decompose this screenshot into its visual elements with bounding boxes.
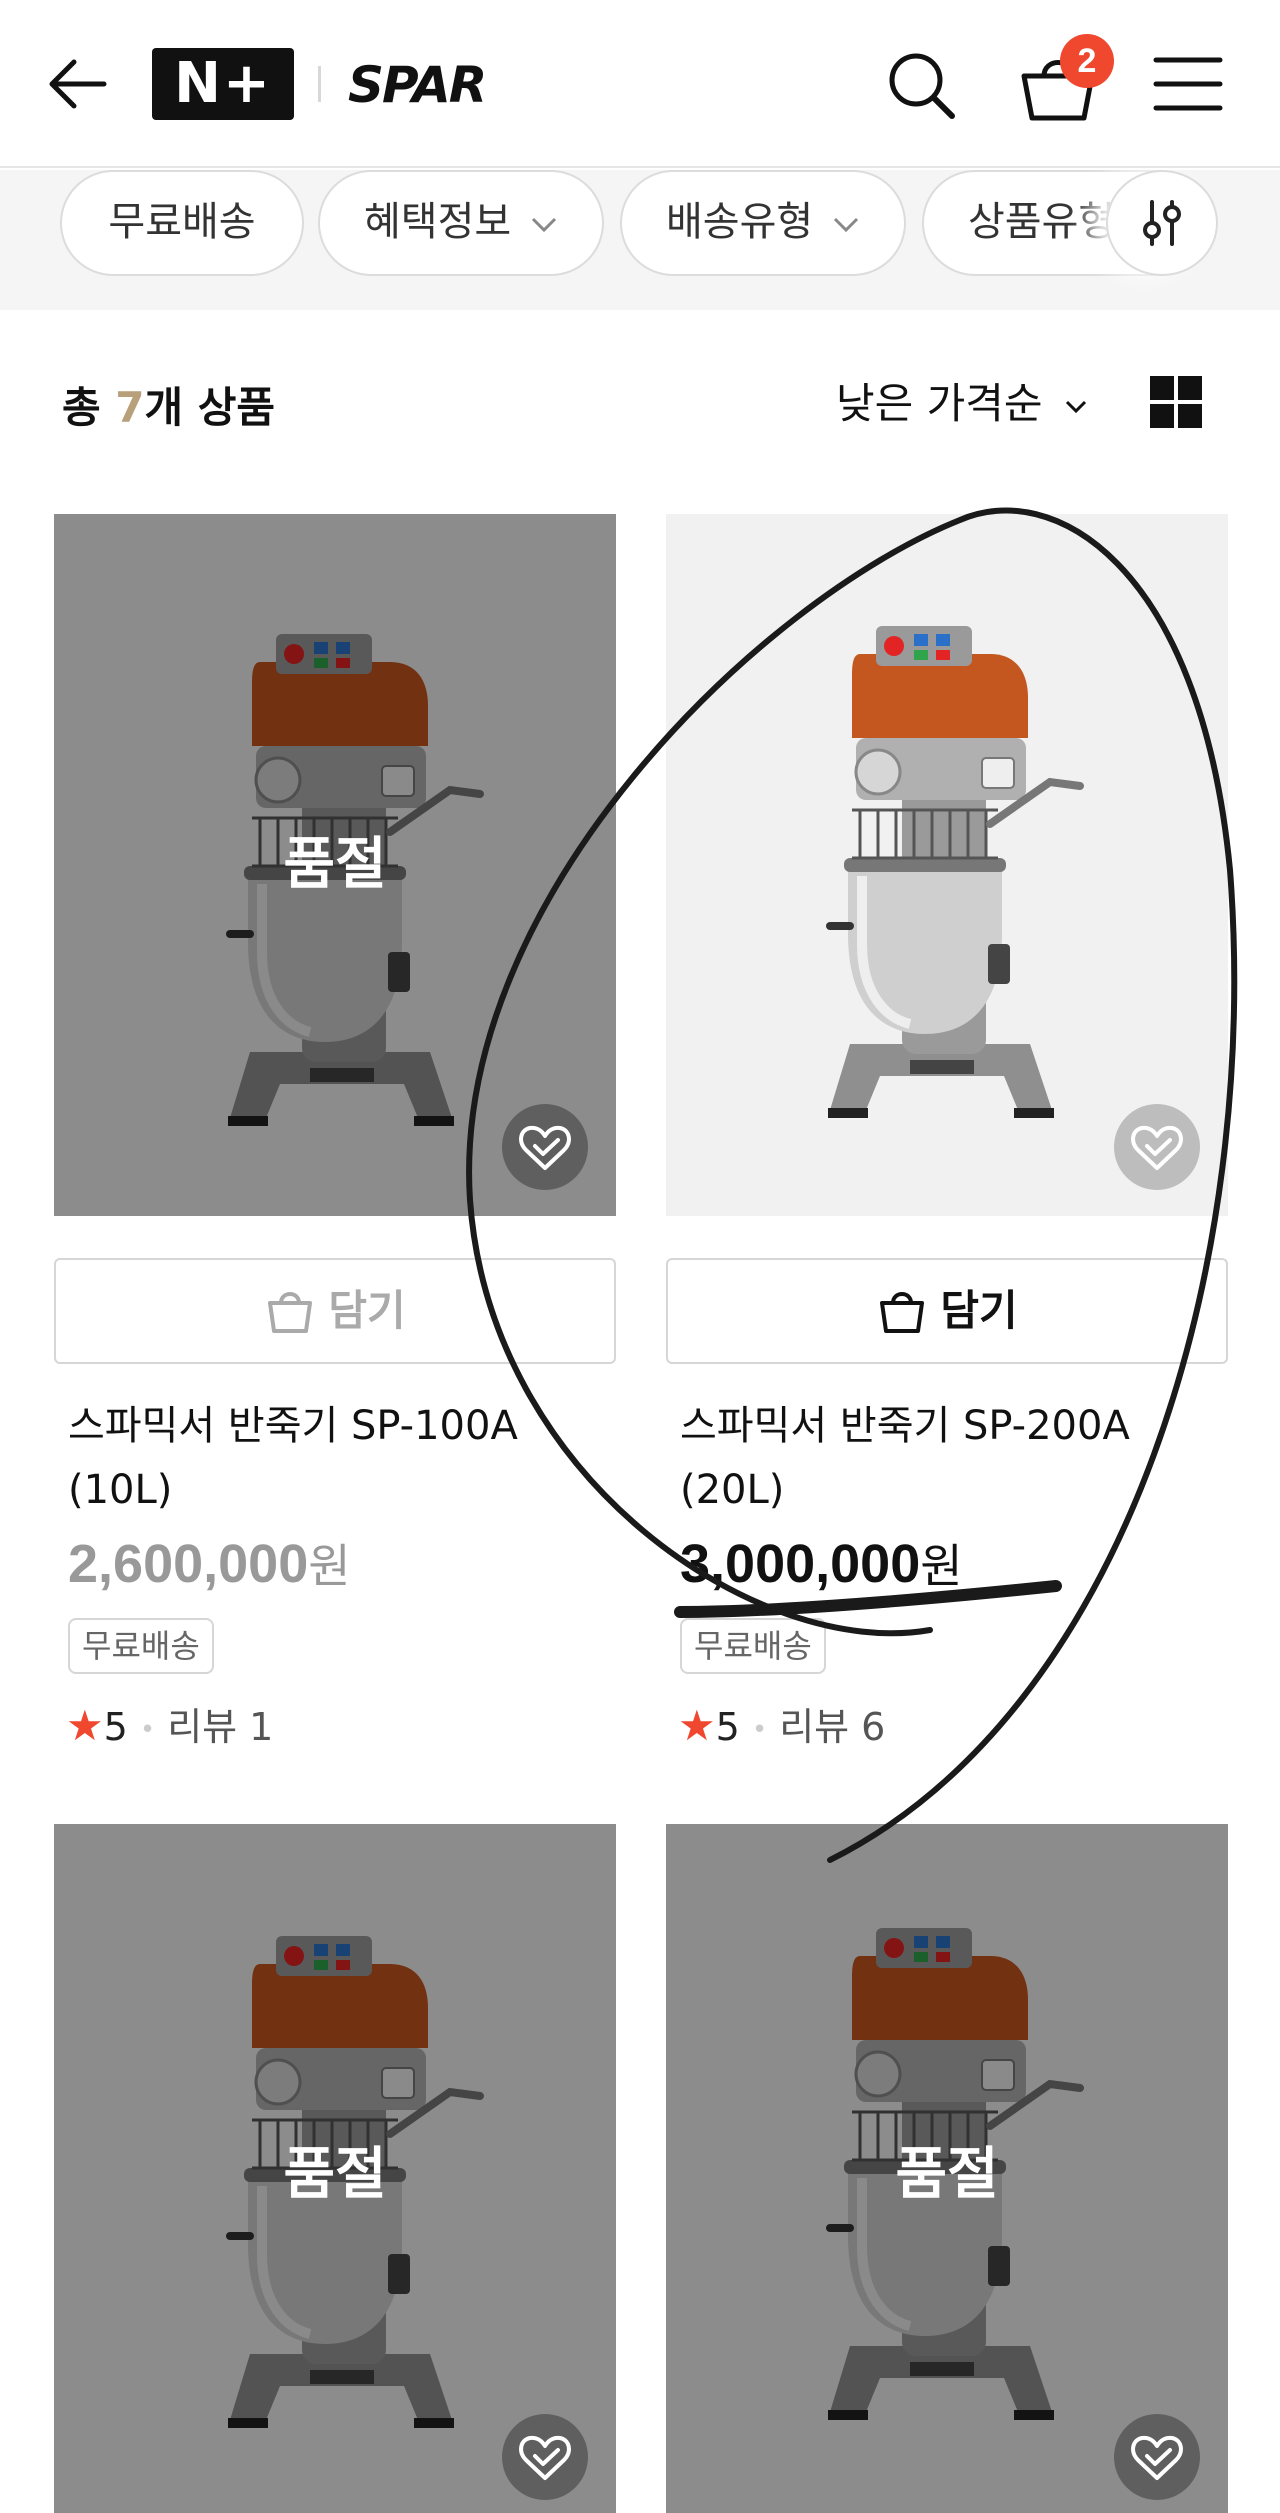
review-count: 리뷰 1 <box>167 1705 274 1749</box>
cart-count-badge: 2 <box>1060 34 1114 88</box>
spar-logo[interactable]: SPAR <box>348 50 508 118</box>
add-to-cart-button[interactable]: 담기 <box>54 1258 616 1364</box>
product-image[interactable]: 품절 <box>666 1824 1228 2513</box>
free-shipping-tag: 무료배송 <box>68 1618 214 1674</box>
logo-divider <box>318 66 321 102</box>
product-name[interactable]: 스파믹서 반죽기 SP-100A (10L) <box>54 1394 616 1522</box>
product-price: 3,000,000원 <box>666 1530 1228 1596</box>
star-icon: ★ <box>678 1701 716 1750</box>
grid-view-icon <box>1150 376 1174 400</box>
filter-bar: 무료배송 혜택정보 배송유형 상품유형 <box>0 170 1280 310</box>
product-name[interactable]: 스파믹서 반죽기 SP-200A (20L) <box>666 1394 1228 1522</box>
mixer-image <box>790 614 1090 1134</box>
nplus-logo[interactable]: N+ <box>152 48 294 120</box>
search-button[interactable] <box>880 40 960 130</box>
sort-dropdown[interactable]: 낮은 가격순 <box>836 370 1088 430</box>
price-currency: 원 <box>308 1539 351 1593</box>
price-value: 3,000,000 <box>680 1534 921 1594</box>
product-image[interactable] <box>666 514 1228 1216</box>
wishlist-button[interactable] <box>1114 1104 1200 1190</box>
arrow-left-icon <box>49 59 107 109</box>
top-header: N+ SPAR 2 <box>0 0 1280 168</box>
filter-settings-button[interactable] <box>1106 170 1218 276</box>
product-card[interactable]: 품절 <box>666 1824 1228 2513</box>
wishlist-button[interactable] <box>502 1104 588 1190</box>
product-rating: ★5 • 리뷰 1 <box>54 1696 616 1751</box>
sold-out-label: 품절 <box>895 2142 999 2207</box>
product-card[interactable]: 담기 스파믹서 반죽기 SP-200A (20L) 3,000,000원 무료배… <box>666 514 1228 1751</box>
filter-chip-free-shipping[interactable]: 무료배송 <box>60 170 304 276</box>
wishlist-button[interactable] <box>1114 2414 1200 2500</box>
sliders-icon <box>1143 200 1181 246</box>
search-icon <box>889 53 955 119</box>
summary-suffix: 개 상품 <box>144 383 276 432</box>
wishlist-button[interactable] <box>502 2414 588 2500</box>
rating-score: 5 <box>103 1705 128 1749</box>
heart-check-icon <box>1131 2435 1183 2480</box>
chevron-down-icon <box>531 217 556 233</box>
price-value: 2,600,000 <box>68 1534 309 1594</box>
grid-view-icon <box>1150 404 1174 428</box>
filter-chip-benefits[interactable]: 혜택정보 <box>318 170 604 276</box>
heart-check-icon <box>1131 1125 1183 1170</box>
product-price: 2,600,000원 <box>54 1530 616 1596</box>
grid-view-icon <box>1178 404 1202 428</box>
product-image[interactable]: 품절 <box>54 1824 616 2513</box>
grid-view-toggle[interactable] <box>1150 376 1202 428</box>
free-shipping-tag: 무료배송 <box>680 1618 826 1674</box>
filter-chip-shipping-type[interactable]: 배송유형 <box>620 170 906 276</box>
sold-out-label: 품절 <box>283 2142 387 2207</box>
chevron-down-icon <box>1065 400 1086 413</box>
add-to-cart-label: 담기 <box>328 1286 406 1335</box>
filter-chip-label: 상품유형 <box>968 199 1116 245</box>
product-card[interactable]: 품절 <box>54 1824 616 2513</box>
review-count: 리뷰 6 <box>779 1705 886 1749</box>
add-to-cart-label: 담기 <box>940 1286 1018 1335</box>
shopping-bag-icon <box>880 1291 925 1333</box>
product-image[interactable]: 품절 <box>54 514 616 1216</box>
product-count-summary: 총 7개 상품 <box>62 374 275 435</box>
add-to-cart-button[interactable]: 담기 <box>666 1258 1228 1364</box>
filter-chip-label: 배송유형 <box>666 199 814 245</box>
product-card[interactable]: 품절 담기 스파믹서 반죽기 SP-100A (10L) 2,600,000원 … <box>54 514 616 1751</box>
price-currency: 원 <box>920 1539 963 1593</box>
chevron-down-icon <box>833 217 858 233</box>
grid-view-icon <box>1178 376 1202 400</box>
sort-label: 낮은 가격순 <box>836 379 1043 428</box>
heart-check-icon <box>519 1125 571 1170</box>
separator-dot: • <box>139 1714 156 1745</box>
filter-chip-label: 무료배송 <box>108 199 256 245</box>
separator-dot: • <box>751 1714 768 1745</box>
product-count: 7 <box>115 383 145 432</box>
back-button[interactable] <box>44 44 116 124</box>
filter-chip-label: 혜택정보 <box>364 199 512 245</box>
spar-logo-text: SPAR <box>348 56 487 114</box>
rating-score: 5 <box>715 1705 740 1749</box>
shopping-bag-icon <box>268 1291 313 1333</box>
product-rating: ★5 • 리뷰 6 <box>666 1696 1228 1751</box>
hamburger-menu-icon <box>1153 57 1223 111</box>
heart-check-icon <box>519 2435 571 2480</box>
menu-button[interactable] <box>1150 50 1226 118</box>
star-icon: ★ <box>66 1701 104 1750</box>
summary-prefix: 총 <box>62 383 116 432</box>
